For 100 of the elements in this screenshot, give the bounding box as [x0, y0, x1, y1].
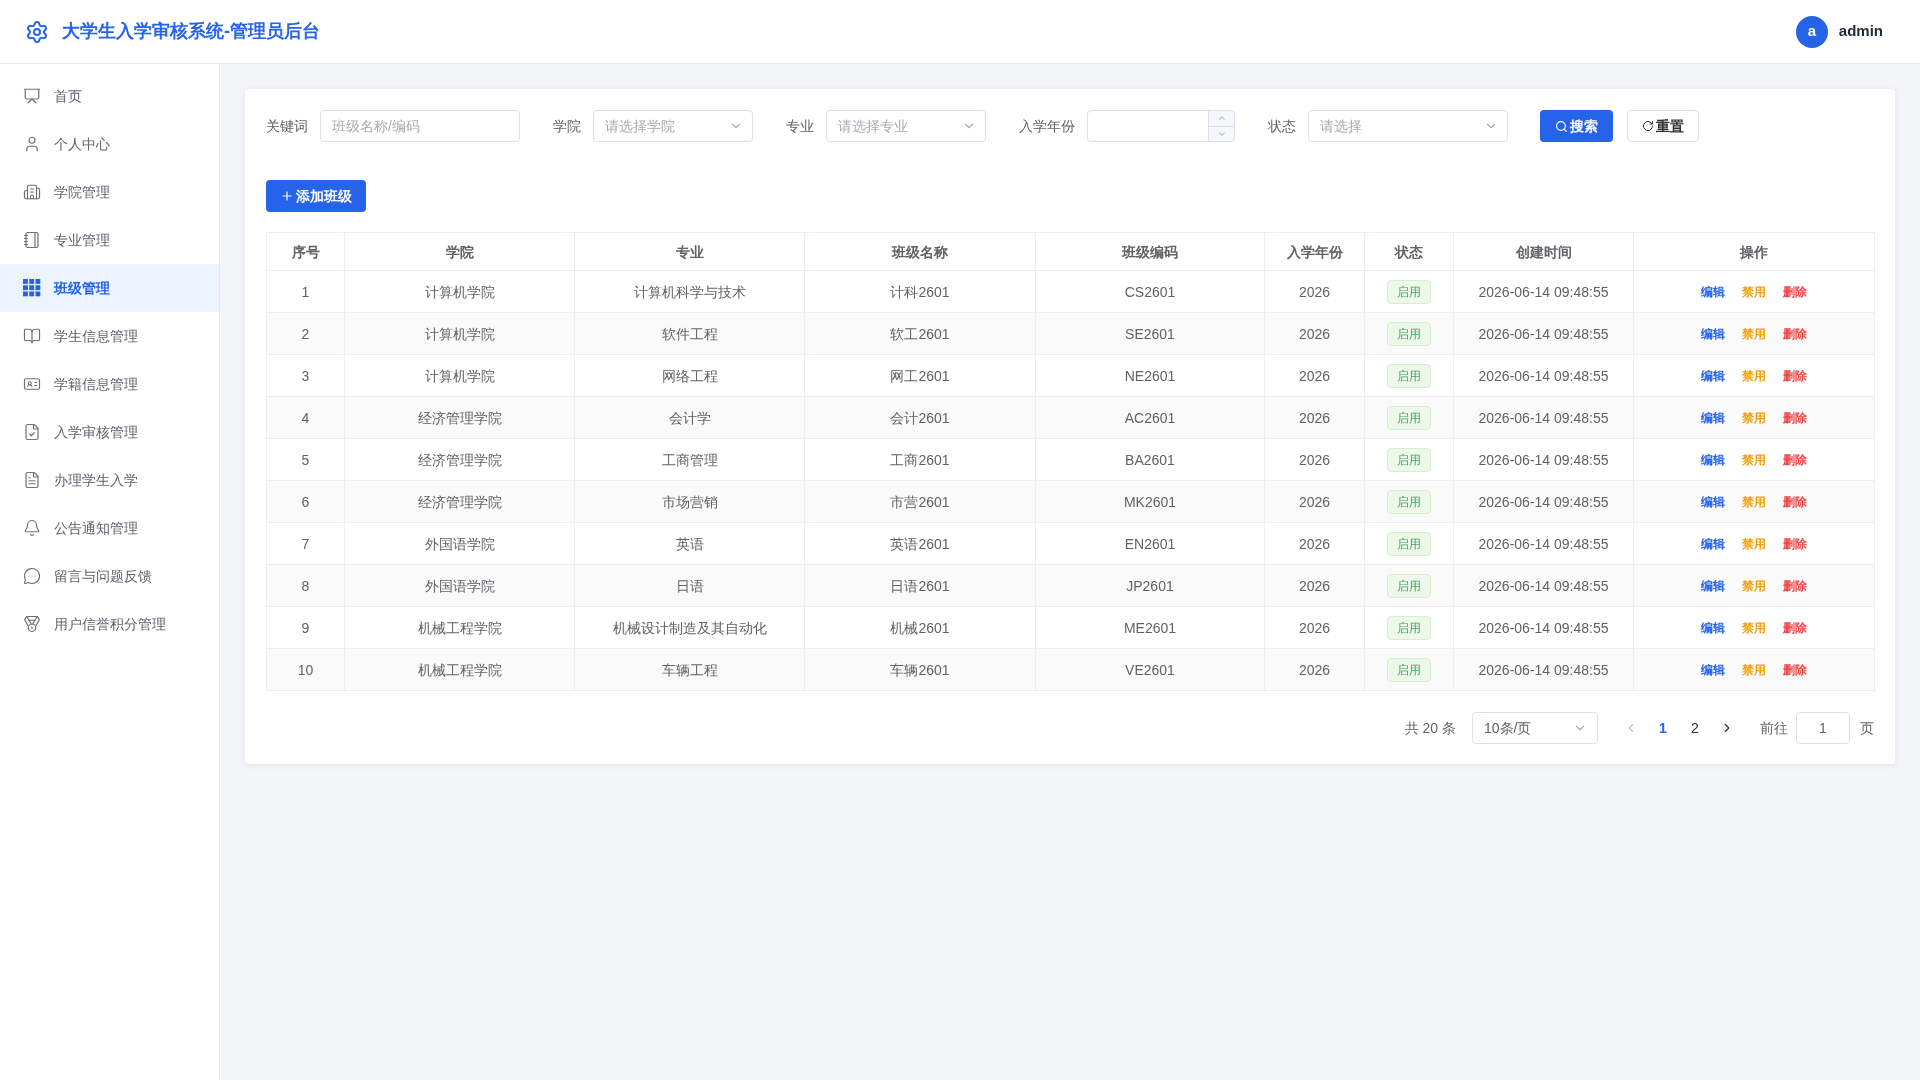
search-icon [1555, 119, 1568, 133]
user-avatar[interactable]: a [1795, 15, 1828, 48]
table-cell: 英语2601 [804, 522, 1036, 565]
table-cell: 软工2601 [804, 312, 1036, 355]
table-cell: 外国语学院 [344, 564, 575, 607]
table-cell: JP2601 [1035, 564, 1265, 607]
sidebar-item[interactable]: 办理学生入学 [0, 456, 219, 504]
edit-link[interactable]: 编辑 [1701, 619, 1725, 636]
delete-link[interactable]: 删除 [1783, 283, 1807, 300]
presentation-icon [23, 87, 41, 105]
sidebar-item[interactable]: 个人中心 [0, 120, 219, 168]
select-field[interactable]: 请选择 [1308, 110, 1508, 142]
select-field[interactable]: 请选择专业 [826, 110, 986, 142]
number-field[interactable] [1087, 110, 1235, 142]
table-cell: 2 [266, 312, 345, 355]
status-tag: 启用 [1387, 447, 1431, 472]
column-header: 专业 [574, 232, 805, 271]
reset-button[interactable]: 重置 [1627, 110, 1699, 142]
column-header: 操作 [1633, 232, 1875, 271]
table-cell: 2026-06-14 09:48:55 [1453, 396, 1634, 439]
column-header: 学院 [344, 232, 575, 271]
table-cell: 2026-06-14 09:48:55 [1453, 480, 1634, 523]
table-cell: AC2601 [1035, 396, 1265, 439]
status-tag: 启用 [1387, 279, 1431, 304]
table-cell: 5 [266, 438, 345, 481]
table-cell: 计算机科学与技术 [574, 270, 805, 313]
sidebar-item[interactable]: 首页 [0, 72, 219, 120]
table-cell: 2026 [1264, 522, 1365, 565]
edit-link[interactable]: 编辑 [1701, 661, 1725, 678]
table-cell: EN2601 [1035, 522, 1265, 565]
file-check-icon [23, 423, 41, 441]
column-header: 序号 [266, 232, 345, 271]
edit-link[interactable]: 编辑 [1701, 493, 1725, 510]
status-tag: 启用 [1387, 405, 1431, 430]
status-tag: 启用 [1387, 531, 1431, 556]
search-button[interactable]: 搜索 [1540, 110, 1613, 142]
edit-link[interactable]: 编辑 [1701, 409, 1725, 426]
page-input[interactable]: 1 [1796, 712, 1850, 744]
table-cell: 2026 [1264, 312, 1365, 355]
table-cell: 计科2601 [804, 270, 1036, 313]
table-cell: 2026-06-14 09:48:55 [1453, 606, 1634, 649]
page-size-select[interactable]: 10条/页 [1472, 712, 1598, 744]
sidebar-item[interactable]: 学生信息管理 [0, 312, 219, 360]
table-cell: 10 [266, 648, 345, 691]
status-tag: 启用 [1387, 321, 1431, 346]
table-cell: 会计2601 [804, 396, 1036, 439]
sidebar-item[interactable]: 用户信誉积分管理 [0, 600, 219, 648]
page-number[interactable]: 1 [1647, 712, 1679, 744]
delete-link[interactable]: 删除 [1783, 367, 1807, 384]
table-cell: 计算机学院 [344, 354, 575, 397]
table-cell: 机械工程学院 [344, 648, 575, 691]
delete-link[interactable]: 删除 [1783, 493, 1807, 510]
status-tag: 启用 [1387, 573, 1431, 598]
sidebar-item[interactable]: 公告通知管理 [0, 504, 219, 552]
table-cell: 工商管理 [574, 438, 805, 481]
edit-link[interactable]: 编辑 [1701, 535, 1725, 552]
edit-link[interactable]: 编辑 [1701, 283, 1725, 300]
goto-label: 前往 [1760, 719, 1788, 738]
delete-link[interactable]: 删除 [1783, 409, 1807, 426]
column-header: 班级名称 [804, 232, 1036, 271]
delete-link[interactable]: 删除 [1783, 661, 1807, 678]
delete-link[interactable]: 删除 [1783, 451, 1807, 468]
sidebar-item[interactable]: 班级管理 [0, 264, 219, 312]
delete-link[interactable]: 删除 [1783, 325, 1807, 342]
sidebar-item[interactable]: 学籍信息管理 [0, 360, 219, 408]
edit-link[interactable]: 编辑 [1701, 577, 1725, 594]
delete-link[interactable]: 删除 [1783, 577, 1807, 594]
table-cell: 日语 [574, 564, 805, 607]
user-name[interactable]: admin [1838, 20, 1883, 43]
delete-link[interactable]: 删除 [1783, 619, 1807, 636]
sidebar-item[interactable]: 留言与问题反馈 [0, 552, 219, 600]
select-field[interactable]: 请选择学院 [593, 110, 753, 142]
filter-label: 入学年份 [1019, 117, 1075, 136]
edit-link[interactable]: 编辑 [1701, 367, 1725, 384]
table-cell: SE2601 [1035, 312, 1265, 355]
add-button[interactable]: 添加班级 [266, 180, 366, 212]
sidebar-item[interactable]: 学院管理 [0, 168, 219, 216]
status-tag: 启用 [1387, 657, 1431, 682]
sidebar-item[interactable]: 专业管理 [0, 216, 219, 264]
table-cell: 2026 [1264, 270, 1365, 313]
column-header: 状态 [1364, 232, 1454, 271]
table-cell: 2026-06-14 09:48:55 [1453, 354, 1634, 397]
sidebar-item[interactable]: 入学审核管理 [0, 408, 219, 456]
table-cell: 2026 [1264, 480, 1365, 523]
chat-bubble-icon [23, 567, 41, 585]
edit-link[interactable]: 编辑 [1701, 325, 1725, 342]
delete-link[interactable]: 删除 [1783, 535, 1807, 552]
table-cell: 9 [266, 606, 345, 649]
page-unit: 页 [1860, 719, 1874, 738]
bell-icon [23, 519, 41, 537]
total-count: 共 20 条 [1404, 719, 1456, 738]
filter-label: 专业 [786, 117, 814, 136]
table-cell: 2026 [1264, 354, 1365, 397]
edit-link[interactable]: 编辑 [1701, 451, 1725, 468]
table-cell: 2026-06-14 09:48:55 [1453, 648, 1634, 691]
page-number[interactable]: 2 [1679, 712, 1711, 744]
input-field[interactable]: 班级名称/编码 [320, 110, 520, 142]
open-book-icon [23, 327, 41, 345]
table-cell: 车辆工程 [574, 648, 805, 691]
table-cell: 2026 [1264, 648, 1365, 691]
